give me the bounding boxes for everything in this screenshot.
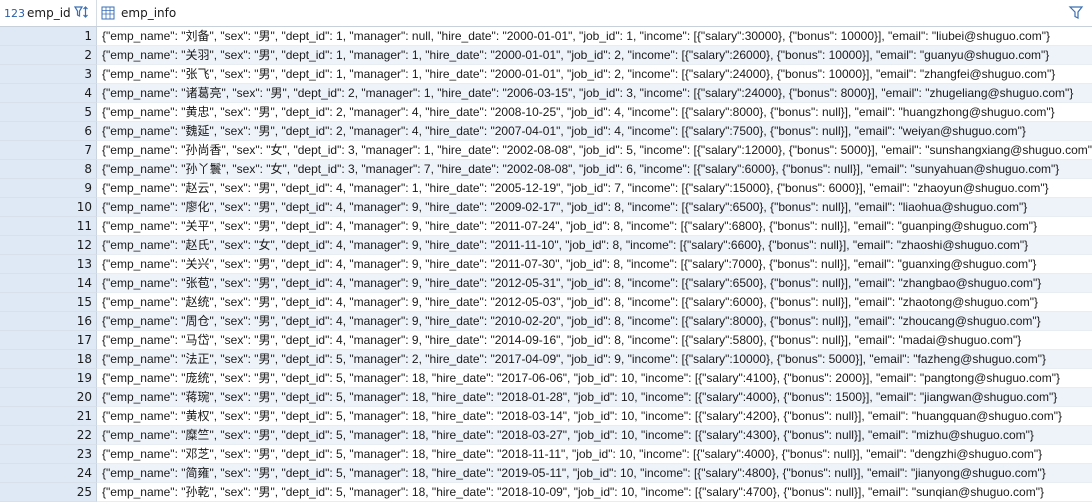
table-row[interactable]: 8 {"emp_name": "孙丫鬟", "sex": "女", "dept_i… bbox=[0, 160, 1092, 179]
table-row[interactable]: 25 {"emp_name": "孙乾", "sex": "男", "dept_i… bbox=[0, 483, 1092, 502]
table-row[interactable]: 12 {"emp_name": "赵氏", "sex": "女", "dept_i… bbox=[0, 236, 1092, 255]
cell-emp-id[interactable]: 16 bbox=[0, 312, 97, 331]
table-row[interactable]: 24 {"emp_name": "简雍", "sex": "男", "dept_i… bbox=[0, 464, 1092, 483]
cell-emp-info[interactable]: {"emp_name": "关平", "sex": "男", "dept_id"… bbox=[97, 217, 1092, 236]
table-row[interactable]: 3 {"emp_name": "张飞", "sex": "男", "dept_id… bbox=[0, 65, 1092, 84]
cell-emp-info[interactable]: {"emp_name": "孙丫鬟", "sex": "女", "dept_id… bbox=[97, 160, 1092, 179]
cell-emp-id[interactable]: 7 bbox=[0, 141, 97, 160]
cell-emp-id[interactable]: 12 bbox=[0, 236, 97, 255]
cell-emp-id[interactable]: 14 bbox=[0, 274, 97, 293]
cell-emp-id[interactable]: 24 bbox=[0, 464, 97, 483]
table-row[interactable]: 1 {"emp_name": "刘备", "sex": "男", "dept_id… bbox=[0, 27, 1092, 46]
cell-emp-info[interactable]: {"emp_name": "张苞", "sex": "男", "dept_id"… bbox=[97, 274, 1092, 293]
table-row[interactable]: 6 {"emp_name": "魏延", "sex": "男", "dept_id… bbox=[0, 122, 1092, 141]
cell-emp-info[interactable]: {"emp_name": "糜竺", "sex": "男", "dept_id"… bbox=[97, 426, 1092, 445]
cell-emp-info[interactable]: {"emp_name": "廖化", "sex": "男", "dept_id"… bbox=[97, 198, 1092, 217]
cell-emp-info[interactable]: {"emp_name": "关兴", "sex": "男", "dept_id"… bbox=[97, 255, 1092, 274]
cell-emp-id[interactable]: 21 bbox=[0, 407, 97, 426]
cell-emp-id[interactable]: 15 bbox=[0, 293, 97, 312]
cell-emp-info[interactable]: {"emp_name": "赵氏", "sex": "女", "dept_id"… bbox=[97, 236, 1092, 255]
cell-emp-id[interactable]: 25 bbox=[0, 483, 97, 502]
numeric-type-icon: 123 bbox=[4, 6, 25, 20]
cell-emp-id[interactable]: 22 bbox=[0, 426, 97, 445]
cell-emp-info[interactable]: {"emp_name": "赵云", "sex": "男", "dept_id"… bbox=[97, 179, 1092, 198]
table-row[interactable]: 10 {"emp_name": "廖化", "sex": "男", "dept_i… bbox=[0, 198, 1092, 217]
cell-emp-id[interactable]: 20 bbox=[0, 388, 97, 407]
cell-emp-info[interactable]: {"emp_name": "邓芝", "sex": "男", "dept_id"… bbox=[97, 445, 1092, 464]
cell-emp-id[interactable]: 4 bbox=[0, 84, 97, 103]
table-row[interactable]: 4 {"emp_name": "诸葛亮", "sex": "男", "dept_i… bbox=[0, 84, 1092, 103]
cell-emp-info[interactable]: {"emp_name": "黄忠", "sex": "男", "dept_id"… bbox=[97, 103, 1092, 122]
table-row[interactable]: 2 {"emp_name": "关羽", "sex": "男", "dept_id… bbox=[0, 46, 1092, 65]
cell-emp-id[interactable]: 10 bbox=[0, 198, 97, 217]
cell-emp-id[interactable]: 6 bbox=[0, 122, 97, 141]
table-row[interactable]: 16 {"emp_name": "周仓", "sex": "男", "dept_i… bbox=[0, 312, 1092, 331]
cell-emp-id[interactable]: 3 bbox=[0, 65, 97, 84]
cell-emp-info[interactable]: {"emp_name": "赵统", "sex": "男", "dept_id"… bbox=[97, 293, 1092, 312]
grid-rows: 1 {"emp_name": "刘备", "sex": "男", "dept_id… bbox=[0, 27, 1092, 502]
cell-emp-info[interactable]: {"emp_name": "张飞", "sex": "男", "dept_id"… bbox=[97, 65, 1092, 84]
cell-emp-info[interactable]: {"emp_name": "庞统", "sex": "男", "dept_id"… bbox=[97, 369, 1092, 388]
table-row[interactable]: 11 {"emp_name": "关平", "sex": "男", "dept_i… bbox=[0, 217, 1092, 236]
grid-header: 123 emp_id emp_info bbox=[0, 0, 1092, 27]
cell-emp-info[interactable]: {"emp_name": "诸葛亮", "sex": "男", "dept_id… bbox=[97, 84, 1092, 103]
cell-emp-id[interactable]: 8 bbox=[0, 160, 97, 179]
table-row[interactable]: 23 {"emp_name": "邓芝", "sex": "男", "dept_i… bbox=[0, 445, 1092, 464]
filter-sort-icon[interactable] bbox=[74, 5, 90, 21]
cell-emp-info[interactable]: {"emp_name": "刘备", "sex": "男", "dept_id"… bbox=[97, 27, 1092, 46]
cell-emp-id[interactable]: 13 bbox=[0, 255, 97, 274]
table-row[interactable]: 22 {"emp_name": "糜竺", "sex": "男", "dept_i… bbox=[0, 426, 1092, 445]
cell-emp-info[interactable]: {"emp_name": "马岱", "sex": "男", "dept_id"… bbox=[97, 331, 1092, 350]
table-row[interactable]: 19 {"emp_name": "庞统", "sex": "男", "dept_i… bbox=[0, 369, 1092, 388]
table-row[interactable]: 20 {"emp_name": "蒋琬", "sex": "男", "dept_i… bbox=[0, 388, 1092, 407]
table-row[interactable]: 5 {"emp_name": "黄忠", "sex": "男", "dept_id… bbox=[0, 103, 1092, 122]
table-row[interactable]: 21 {"emp_name": "黄权", "sex": "男", "dept_i… bbox=[0, 407, 1092, 426]
cell-emp-info[interactable]: {"emp_name": "关羽", "sex": "男", "dept_id"… bbox=[97, 46, 1092, 65]
cell-emp-info[interactable]: {"emp_name": "周仓", "sex": "男", "dept_id"… bbox=[97, 312, 1092, 331]
cell-emp-info[interactable]: {"emp_name": "简雍", "sex": "男", "dept_id"… bbox=[97, 464, 1092, 483]
cell-emp-id[interactable]: 5 bbox=[0, 103, 97, 122]
cell-emp-info[interactable]: {"emp_name": "蒋琬", "sex": "男", "dept_id"… bbox=[97, 388, 1092, 407]
cell-emp-id[interactable]: 1 bbox=[0, 27, 97, 46]
cell-emp-id[interactable]: 11 bbox=[0, 217, 97, 236]
cell-emp-info[interactable]: {"emp_name": "黄权", "sex": "男", "dept_id"… bbox=[97, 407, 1092, 426]
cell-emp-id[interactable]: 23 bbox=[0, 445, 97, 464]
table-row[interactable]: 13 {"emp_name": "关兴", "sex": "男", "dept_i… bbox=[0, 255, 1092, 274]
cell-emp-info[interactable]: {"emp_name": "孙乾", "sex": "男", "dept_id"… bbox=[97, 483, 1092, 502]
cell-emp-id[interactable]: 18 bbox=[0, 350, 97, 369]
column-header-emp-id[interactable]: 123 emp_id bbox=[0, 0, 97, 26]
cell-emp-info[interactable]: {"emp_name": "法正", "sex": "男", "dept_id"… bbox=[97, 350, 1092, 369]
table-row[interactable]: 14 {"emp_name": "张苞", "sex": "男", "dept_i… bbox=[0, 274, 1092, 293]
cell-emp-id[interactable]: 19 bbox=[0, 369, 97, 388]
column-header-label: emp_id bbox=[27, 6, 71, 20]
table-row[interactable]: 18 {"emp_name": "法正", "sex": "男", "dept_i… bbox=[0, 350, 1092, 369]
cell-emp-info[interactable]: {"emp_name": "魏延", "sex": "男", "dept_id"… bbox=[97, 122, 1092, 141]
filter-icon[interactable] bbox=[1068, 5, 1084, 21]
cell-emp-info[interactable]: {"emp_name": "孙尚香", "sex": "女", "dept_id… bbox=[97, 141, 1092, 160]
result-grid: 123 emp_id emp_info 1 {"emp_name": "刘备",… bbox=[0, 0, 1092, 502]
table-row[interactable]: 17 {"emp_name": "马岱", "sex": "男", "dept_i… bbox=[0, 331, 1092, 350]
cell-emp-id[interactable]: 9 bbox=[0, 179, 97, 198]
cell-emp-id[interactable]: 2 bbox=[0, 46, 97, 65]
json-type-icon bbox=[101, 6, 115, 20]
table-row[interactable]: 15 {"emp_name": "赵统", "sex": "男", "dept_i… bbox=[0, 293, 1092, 312]
table-row[interactable]: 7 {"emp_name": "孙尚香", "sex": "女", "dept_i… bbox=[0, 141, 1092, 160]
table-row[interactable]: 9 {"emp_name": "赵云", "sex": "男", "dept_id… bbox=[0, 179, 1092, 198]
column-header-emp-info[interactable]: emp_info bbox=[97, 0, 1092, 26]
column-header-label: emp_info bbox=[121, 6, 177, 20]
cell-emp-id[interactable]: 17 bbox=[0, 331, 97, 350]
